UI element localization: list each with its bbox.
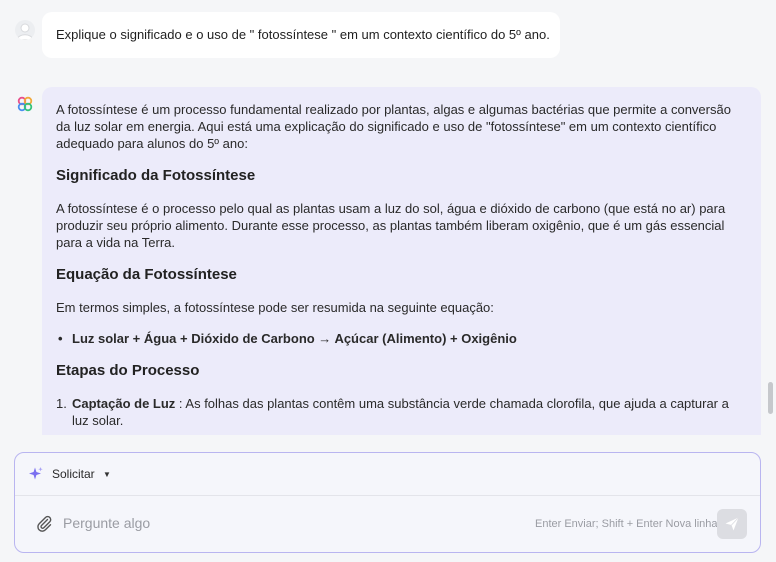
composer-toolbar: Solicitar ▼ bbox=[15, 453, 760, 496]
send-button[interactable] bbox=[717, 509, 747, 539]
send-icon bbox=[725, 517, 739, 531]
heading-equation: Equação da Fotossíntese bbox=[56, 266, 237, 283]
heading-meaning: Significado da Fotossíntese bbox=[56, 167, 256, 184]
chat-scrollbar[interactable] bbox=[768, 382, 773, 414]
sparkle-icon bbox=[29, 467, 43, 480]
step-number: 1. bbox=[56, 396, 67, 411]
user-message-bubble: Explique o significado e o uso de " foto… bbox=[42, 12, 560, 58]
assistant-message-bubble: A fotossíntese é um processo fundamental… bbox=[42, 87, 761, 435]
step-title: Captação de Luz bbox=[72, 396, 176, 411]
assistant-logo-icon bbox=[17, 96, 33, 112]
step-item: 1. Captação de Luz : As folhas das planta… bbox=[56, 395, 747, 429]
meaning-paragraph: A fotossíntese é o processo pelo qual as… bbox=[56, 201, 726, 250]
paperclip-icon[interactable] bbox=[35, 514, 53, 532]
composer-input-area: Enter Enviar; Shift + Enter Nova linha bbox=[15, 496, 760, 552]
user-message-row: Explique o significado e o uso de " foto… bbox=[0, 0, 776, 70]
steps-list: 1. Captação de Luz : As folhas das planta… bbox=[56, 395, 747, 429]
equation-item: Luz solar + Água + Dióxido de Carbono → … bbox=[58, 330, 747, 347]
mode-selector[interactable]: Solicitar bbox=[52, 466, 95, 482]
equation-intro: Em termos simples, a fotossíntese pode s… bbox=[56, 300, 494, 315]
heading-steps: Etapas do Processo bbox=[56, 362, 200, 379]
chevron-down-icon[interactable]: ▼ bbox=[103, 467, 111, 483]
prompt-input[interactable] bbox=[63, 512, 483, 534]
user-avatar-icon bbox=[15, 20, 35, 40]
intro-paragraph: A fotossíntese é um processo fundamental… bbox=[56, 102, 731, 151]
composer: Solicitar ▼ Enter Enviar; Shift + Enter … bbox=[14, 452, 761, 553]
equation-list: Luz solar + Água + Dióxido de Carbono → … bbox=[56, 330, 747, 347]
keyboard-hint: Enter Enviar; Shift + Enter Nova linha bbox=[535, 518, 718, 530]
